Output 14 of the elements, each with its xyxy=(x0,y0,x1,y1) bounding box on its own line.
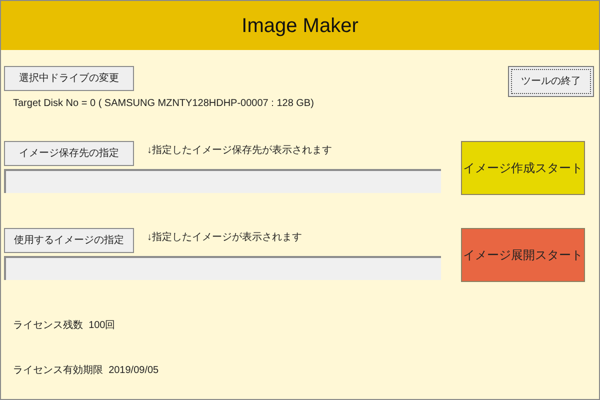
license-info: ライセンス有効期限 2019/09/05 xyxy=(13,364,160,378)
target-disk-text: Target Disk No = 0 ( SAMSUNG MZNTY128HDHP-00007 : 128 GB) xyxy=(13,97,314,111)
hint-text: ↓指定したイメージが表示されます xyxy=(147,230,302,245)
start-button[interactable]: イメージ展開スタート xyxy=(461,228,585,282)
start-button[interactable]: イメージ作成スタート xyxy=(461,141,585,195)
path-field[interactable] xyxy=(4,256,441,280)
select-path-button[interactable]: 使用するイメージの指定 xyxy=(4,228,134,253)
change-drive-button[interactable]: 選択中ドライブの変更 xyxy=(4,66,134,91)
license-info: ライセンス残数 100回 xyxy=(13,318,116,333)
path-field[interactable] xyxy=(4,169,441,193)
exit-button[interactable]: ツールの終了 xyxy=(508,66,594,97)
window-title: Image Maker xyxy=(242,14,358,38)
hint-text: ↓指定したイメージ保存先が表示されます xyxy=(147,144,332,158)
select-path-button[interactable]: イメージ保存先の指定 xyxy=(4,141,134,166)
